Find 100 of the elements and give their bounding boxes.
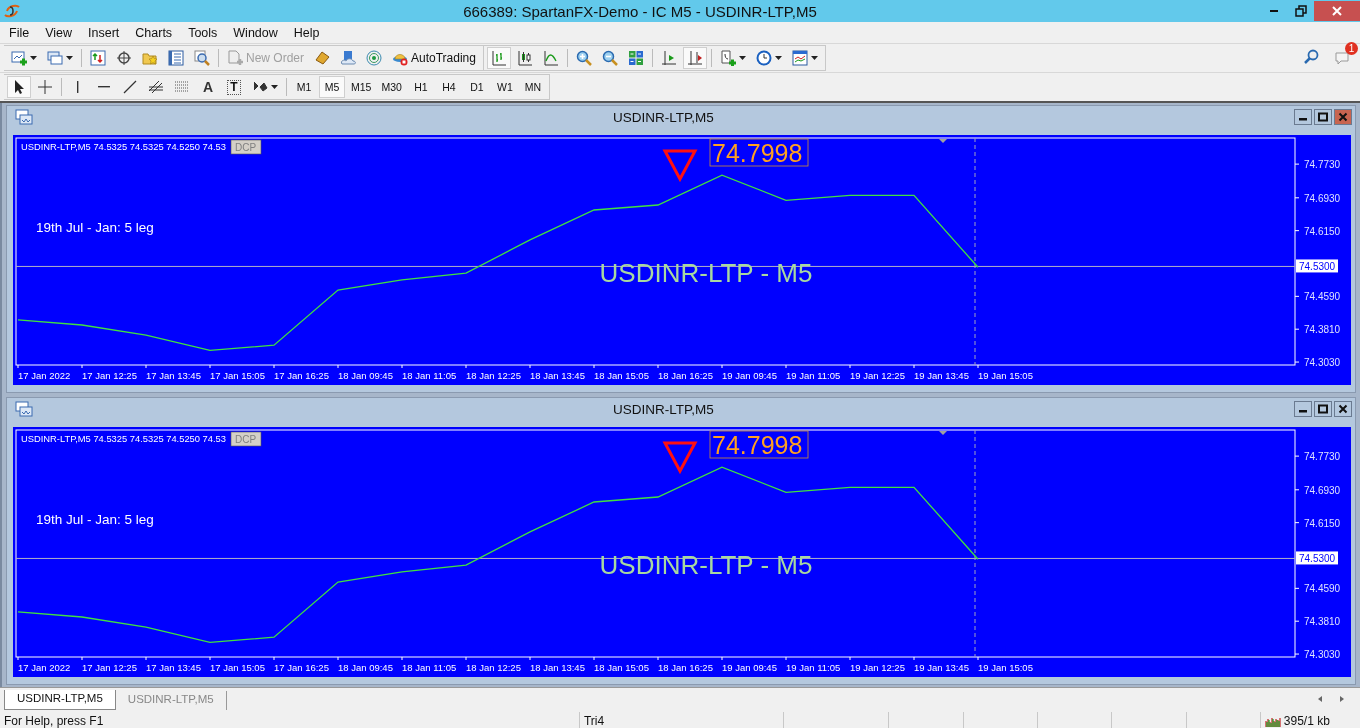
close-icon (1331, 5, 1343, 17)
timeframe-button[interactable]: H1 (407, 76, 434, 98)
market-watch-icon (90, 50, 106, 66)
caret-icon (66, 56, 73, 60)
chart-window-title: USDINR-LTP,M5 (612, 109, 715, 125)
symbol-label: USDINR-LTP - M5 (599, 550, 813, 580)
menu-item[interactable]: Help (285, 25, 328, 40)
menu-item[interactable]: Charts (127, 25, 181, 40)
chart-note: 19th Jul - Jan: 5 leg (36, 220, 154, 235)
radar-icon (366, 50, 382, 66)
close-button[interactable] (1334, 401, 1352, 417)
timeframe-button[interactable]: M30 (377, 76, 406, 98)
candlestick-icon (516, 50, 533, 66)
cloud-icon (340, 50, 356, 66)
shift-marker-icon (939, 139, 947, 143)
logo-icon (4, 3, 20, 19)
chart-note: 19th Jul - Jan: 5 leg (36, 512, 154, 527)
document-plus-icon (227, 50, 243, 66)
caret-icon (810, 56, 818, 60)
price-axis-label: 74.6930 (1304, 484, 1341, 496)
line-chart-icon (542, 50, 559, 66)
price-axis-label: 74.7730 (1304, 159, 1341, 171)
notification-icon (1335, 49, 1351, 65)
current-price-tag: 74.5300 (1296, 259, 1338, 273)
chart-window-title: USDINR-LTP,M5 (612, 401, 715, 417)
new-chart-icon (11, 50, 27, 66)
caret-icon (271, 85, 278, 89)
current-price-tag: 74.5300 (1296, 551, 1338, 565)
shift-marker-icon (939, 431, 947, 435)
minimize-button[interactable] (1294, 109, 1312, 125)
price-axis-label: 74.6150 (1304, 517, 1341, 529)
maximize-button[interactable] (1314, 401, 1332, 417)
ohlc-info: USDINR-LTP,M5 74.5325 74.5325 74.5250 74.53 (21, 433, 230, 444)
traffic-text: 395/1 kb (1283, 714, 1330, 728)
time-axis-label: 17 Jan 12:25 (82, 662, 137, 673)
time-axis-label: 18 Jan 09:45 (338, 370, 393, 381)
time-axis-label: 18 Jan 15:05 (594, 662, 649, 673)
time-axis-label: 17 Jan 2022 (18, 662, 71, 673)
zoom-in-icon (575, 50, 592, 66)
timeframe-button[interactable]: M1 (291, 76, 317, 98)
time-axis-label: 18 Jan 13:45 (530, 662, 585, 673)
fibo-lines-icon (174, 79, 190, 95)
auto-trading-button[interactable]: AutoTrading (388, 47, 480, 69)
fibo-channel-icon (148, 79, 164, 95)
close-button[interactable] (1334, 109, 1352, 125)
time-axis-label: 18 Jan 16:25 (658, 370, 713, 381)
time-axis-label: 18 Jan 09:45 (338, 662, 393, 673)
time-axis-label: 17 Jan 16:25 (274, 662, 329, 673)
clock-icon (755, 50, 772, 66)
template-icon (791, 50, 808, 66)
time-axis-label: 19 Jan 09:45 (722, 370, 777, 381)
menu-item[interactable]: File (1, 25, 38, 40)
menu-item[interactable]: Tools (180, 25, 226, 40)
price-axis-label: 74.3030 (1304, 649, 1341, 661)
time-axis-label: 17 Jan 15:05 (210, 662, 265, 673)
search-icon (1303, 49, 1319, 65)
timeframe-button[interactable]: W1 (491, 76, 518, 98)
tile-windows-icon (627, 50, 644, 66)
menu-item[interactable]: View (37, 25, 81, 40)
autoscroll-button[interactable] (682, 47, 707, 69)
symbol-label: USDINR-LTP - M5 (599, 258, 813, 288)
label-tool-button[interactable]: T (222, 76, 246, 98)
time-axis-label: 18 Jan 12:25 (466, 370, 521, 381)
timeframe-button[interactable]: M15 (347, 76, 376, 98)
ohlc-info: USDINR-LTP,M5 74.5325 74.5325 74.5250 74.53 (21, 141, 230, 152)
time-axis-label: 19 Jan 15:05 (978, 370, 1033, 381)
chart-tab[interactable]: USDINR-LTP,M5 (4, 690, 116, 710)
maximize-button[interactable] (1314, 109, 1332, 125)
menu-item[interactable]: Window (225, 25, 286, 40)
close-icon (1338, 404, 1348, 414)
time-axis-label: 18 Jan 11:05 (402, 370, 457, 381)
time-axis-label: 19 Jan 15:05 (978, 662, 1033, 673)
time-axis-label: 19 Jan 12:25 (850, 662, 905, 673)
cursor-button[interactable] (7, 76, 31, 98)
time-axis-label: 19 Jan 11:05 (786, 370, 841, 381)
chart-shift-icon (660, 50, 677, 66)
timeframe-button[interactable]: H4 (435, 76, 462, 98)
horizontal-line-icon (98, 86, 110, 88)
minimize-button[interactable] (1294, 401, 1312, 417)
time-axis-label: 17 Jan 2022 (18, 370, 71, 381)
time-axis-label: 17 Jan 16:25 (274, 370, 329, 381)
caret-icon (774, 56, 782, 60)
profile-name: Tri4 (583, 714, 605, 728)
timeframe-button[interactable]: M5 (319, 76, 345, 98)
time-axis-label: 19 Jan 12:25 (850, 370, 905, 381)
time-axis-label: 18 Jan 12:25 (466, 662, 521, 673)
profiles-icon (47, 50, 63, 66)
price-axis-label: 74.7730 (1304, 451, 1341, 463)
text-tool-button[interactable]: A (196, 76, 220, 98)
timeframe-button[interactable]: MN (519, 76, 546, 98)
bar-chart-icon (490, 50, 507, 66)
terminal-icon (168, 50, 184, 66)
triangle-marker (662, 149, 698, 183)
menu-item[interactable]: Insert (80, 25, 128, 40)
triangle-marker (662, 441, 698, 475)
time-axis-label: 17 Jan 13:45 (146, 370, 201, 381)
time-axis-label: 19 Jan 11:05 (786, 662, 841, 673)
caret-icon (30, 56, 37, 60)
indicator-icon (719, 50, 736, 66)
timeframe-button[interactable]: D1 (463, 76, 490, 98)
